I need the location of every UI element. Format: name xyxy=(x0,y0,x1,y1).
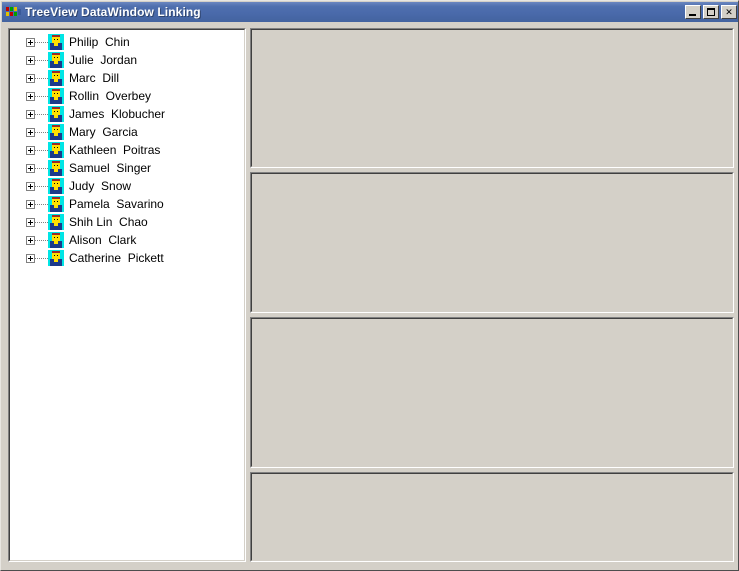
treeview-border: Philip Chin Julie Jordan Marc Dill Rollin O… xyxy=(9,29,245,561)
application-window: TreeView DataWindow Linking ✕ Philip Chi… xyxy=(0,0,739,571)
person-icon xyxy=(48,232,64,248)
minimize-icon xyxy=(689,14,696,16)
expand-icon[interactable] xyxy=(26,181,35,191)
expand-icon[interactable] xyxy=(26,73,35,83)
person-icon xyxy=(48,160,64,176)
datawindow-panel-2[interactable] xyxy=(250,172,734,313)
title-bar[interactable]: TreeView DataWindow Linking ✕ xyxy=(2,2,738,22)
datawindow-panel-1-content xyxy=(252,30,732,166)
datawindow-panel-3-content xyxy=(252,319,732,466)
expand-icon[interactable] xyxy=(26,91,35,101)
maximize-icon xyxy=(707,8,715,16)
datawindow-panel-4[interactable] xyxy=(250,472,734,562)
tree-connector-line xyxy=(35,41,48,43)
client-area: Philip Chin Julie Jordan Marc Dill Rollin O… xyxy=(2,22,738,570)
tree-node-label: Samuel Singer xyxy=(69,161,152,175)
tree-connector-line xyxy=(35,239,48,241)
tree-node-label: Alison Clark xyxy=(69,233,137,247)
tree-connector-line xyxy=(35,149,48,151)
close-button[interactable]: ✕ xyxy=(721,5,737,19)
tree-connector-line xyxy=(35,257,48,259)
tree-node[interactable]: Alison Clark xyxy=(10,231,244,249)
tree-node-label: Mary Garcia xyxy=(69,125,138,139)
person-icon xyxy=(48,250,64,266)
person-icon xyxy=(48,178,64,194)
expand-icon[interactable] xyxy=(26,217,35,227)
tree-connector-line xyxy=(35,113,48,115)
window-controls: ✕ xyxy=(685,5,737,19)
tree-connector-line xyxy=(35,77,48,79)
tree-node-label: Pamela Savarino xyxy=(69,197,164,211)
person-icon xyxy=(48,196,64,212)
datawindow-panel-3[interactable] xyxy=(250,317,734,468)
person-icon xyxy=(48,124,64,140)
tree-node[interactable]: Pamela Savarino xyxy=(10,195,244,213)
person-icon xyxy=(48,142,64,158)
person-icon xyxy=(48,34,64,50)
datawindow-panel-1-border xyxy=(251,29,733,167)
tree-node-label: Marc Dill xyxy=(69,71,119,85)
person-icon xyxy=(48,214,64,230)
expand-icon[interactable] xyxy=(26,199,35,209)
treeview-control[interactable]: Philip Chin Julie Jordan Marc Dill Rollin O… xyxy=(8,28,246,562)
tree-node-label: James Klobucher xyxy=(69,107,166,121)
expand-icon[interactable] xyxy=(26,145,35,155)
tree-node-label: Shih Lin Chao xyxy=(69,215,148,229)
tree-node[interactable]: Julie Jordan xyxy=(10,51,244,69)
person-icon xyxy=(48,88,64,104)
maximize-button[interactable] xyxy=(703,5,719,19)
tree-node-label: Philip Chin xyxy=(69,35,130,49)
tree-node[interactable]: Kathleen Poitras xyxy=(10,141,244,159)
app-icon xyxy=(5,5,21,19)
tree-node[interactable]: Philip Chin xyxy=(10,33,244,51)
datawindow-panel-4-content xyxy=(252,474,732,560)
person-icon xyxy=(48,52,64,68)
expand-icon[interactable] xyxy=(26,235,35,245)
person-icon xyxy=(48,106,64,122)
tree-node-label: Julie Jordan xyxy=(69,53,138,67)
tree-node[interactable]: Shih Lin Chao xyxy=(10,213,244,231)
close-icon: ✕ xyxy=(725,6,733,17)
tree-node-label: Judy Snow xyxy=(69,179,132,193)
tree-connector-line xyxy=(35,131,48,133)
tree-node[interactable]: Catherine Pickett xyxy=(10,249,244,267)
expand-icon[interactable] xyxy=(26,163,35,173)
tree-node[interactable]: James Klobucher xyxy=(10,105,244,123)
tree-node-label: Kathleen Poitras xyxy=(69,143,161,157)
expand-icon[interactable] xyxy=(26,55,35,65)
tree-node[interactable]: Marc Dill xyxy=(10,69,244,87)
tree-node-label: Catherine Pickett xyxy=(69,251,164,265)
tree-node[interactable]: Samuel Singer xyxy=(10,159,244,177)
tree-node-label: Rollin Overbey xyxy=(69,89,152,103)
treeview-list[interactable]: Philip Chin Julie Jordan Marc Dill Rollin O… xyxy=(10,30,244,560)
expand-icon[interactable] xyxy=(26,127,35,137)
tree-connector-line xyxy=(35,203,48,205)
tree-connector-line xyxy=(35,95,48,97)
tree-connector-line xyxy=(35,59,48,61)
expand-icon[interactable] xyxy=(26,253,35,263)
datawindow-panel-1[interactable] xyxy=(250,28,734,168)
tree-connector-line xyxy=(35,167,48,169)
minimize-button[interactable] xyxy=(685,5,701,19)
expand-icon[interactable] xyxy=(26,37,35,47)
datawindow-panel-2-content xyxy=(252,174,732,311)
tree-connector-line xyxy=(35,185,48,187)
tree-connector-line xyxy=(35,221,48,223)
datawindow-panel-3-border xyxy=(251,318,733,467)
datawindow-panel-4-border xyxy=(251,473,733,561)
tree-node[interactable]: Judy Snow xyxy=(10,177,244,195)
tree-node[interactable]: Rollin Overbey xyxy=(10,87,244,105)
window-title: TreeView DataWindow Linking xyxy=(25,5,201,19)
tree-node[interactable]: Mary Garcia xyxy=(10,123,244,141)
datawindow-panel-2-border xyxy=(251,173,733,312)
expand-icon[interactable] xyxy=(26,109,35,119)
person-icon xyxy=(48,70,64,86)
